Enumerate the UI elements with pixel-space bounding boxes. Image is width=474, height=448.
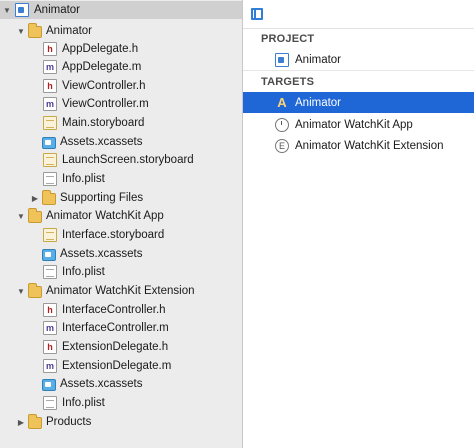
folder-icon bbox=[28, 413, 42, 429]
nav-row-file[interactable]: Info.plist bbox=[0, 263, 242, 281]
source-file-icon: m bbox=[43, 359, 57, 373]
project-item-label: Animator bbox=[295, 53, 342, 66]
project-section-header: PROJECT bbox=[261, 33, 315, 45]
nav-row-group[interactable]: ▼ Animator WatchKit App bbox=[0, 207, 242, 225]
header-file-icon: h bbox=[43, 340, 57, 354]
nav-row-label: Main.storyboard bbox=[62, 117, 145, 129]
editor-toolbar bbox=[243, 0, 474, 29]
nav-row-label: Animator bbox=[34, 4, 81, 16]
storyboard-icon bbox=[43, 116, 57, 130]
app-target-icon: A bbox=[277, 94, 287, 110]
project-item[interactable]: Animator bbox=[243, 49, 474, 70]
nav-row-file[interactable]: h ViewController.h bbox=[0, 77, 242, 95]
header-file-icon: h bbox=[43, 303, 57, 317]
disclosure-open-icon[interactable]: ▼ bbox=[16, 27, 26, 36]
nav-row-label: Supporting Files bbox=[60, 192, 144, 204]
nav-row-label: Interface.storyboard bbox=[62, 229, 165, 241]
asset-catalog-icon bbox=[42, 136, 56, 149]
nav-row-file[interactable]: Assets.xcassets bbox=[0, 245, 242, 263]
extension-icon: E bbox=[275, 138, 289, 153]
project-editor: PROJECT Animator TARGETS A Animator Anim… bbox=[243, 0, 474, 448]
nav-row-label: AppDelegate.h bbox=[62, 43, 139, 55]
section-divider bbox=[243, 70, 474, 71]
disclosure-open-icon[interactable]: ▼ bbox=[16, 287, 26, 296]
nav-row-file[interactable]: h InterfaceController.h bbox=[0, 301, 242, 319]
nav-row-label: Animator WatchKit Extension bbox=[46, 285, 195, 297]
nav-row-file[interactable]: Assets.xcassets bbox=[0, 133, 242, 151]
disclosure-open-icon[interactable]: ▼ bbox=[2, 6, 12, 15]
nav-row-label: AppDelegate.m bbox=[62, 61, 142, 73]
nav-row-label: Animator bbox=[46, 25, 93, 37]
project-icon bbox=[275, 52, 289, 67]
nav-row-label: Assets.xcassets bbox=[60, 248, 143, 260]
header-file-icon: h bbox=[43, 79, 57, 93]
nav-row-file[interactable]: h ExtensionDelegate.h bbox=[0, 338, 242, 356]
watch-app-icon bbox=[275, 117, 289, 132]
asset-catalog-icon bbox=[42, 378, 56, 391]
source-file-icon: m bbox=[43, 97, 57, 111]
nav-row-label: InterfaceController.h bbox=[62, 304, 166, 316]
plist-icon bbox=[43, 172, 57, 186]
header-file-icon: h bbox=[43, 42, 57, 56]
nav-row-file[interactable]: Info.plist bbox=[0, 394, 242, 412]
nav-row-label: Products bbox=[46, 416, 92, 428]
targets-section-header: TARGETS bbox=[261, 76, 315, 88]
target-label: Animator WatchKit Extension bbox=[295, 139, 444, 152]
nav-row-group[interactable]: ▼ Animator WatchKit Extension bbox=[0, 282, 242, 300]
target-item-animator[interactable]: A Animator bbox=[243, 92, 474, 113]
target-label: Animator bbox=[295, 96, 342, 109]
disclosure-open-icon[interactable]: ▼ bbox=[16, 212, 26, 221]
storyboard-icon bbox=[43, 228, 57, 242]
nav-row-label: InterfaceController.m bbox=[62, 322, 169, 334]
nav-row-file[interactable]: m ViewController.m bbox=[0, 95, 242, 113]
project-navigator: ▼ Animator ▼ Animator h AppDelegate.h m … bbox=[0, 0, 243, 448]
target-label: Animator WatchKit App bbox=[295, 118, 413, 131]
nav-row-file[interactable]: m AppDelegate.m bbox=[0, 58, 242, 76]
nav-row-label: Info.plist bbox=[62, 266, 105, 278]
nav-row-file[interactable]: Interface.storyboard bbox=[0, 226, 242, 244]
target-item-watchkit-app[interactable]: Animator WatchKit App bbox=[243, 114, 474, 135]
nav-row-label: ExtensionDelegate.m bbox=[62, 360, 172, 372]
storyboard-icon bbox=[43, 153, 57, 167]
nav-row-file[interactable]: LaunchScreen.storyboard bbox=[0, 151, 242, 169]
nav-row-group[interactable]: ▼ Animator bbox=[0, 22, 242, 40]
nav-row-label: Info.plist bbox=[62, 397, 105, 409]
nav-row-label: ViewController.m bbox=[62, 98, 149, 110]
nav-row-file[interactable]: m InterfaceController.m bbox=[0, 319, 242, 337]
nav-row-project[interactable]: ▼ Animator bbox=[0, 1, 242, 19]
nav-row-label: ExtensionDelegate.h bbox=[62, 341, 169, 353]
sidebar-toggle-icon[interactable] bbox=[251, 8, 263, 20]
folder-icon bbox=[28, 22, 42, 38]
disclosure-closed-icon[interactable]: ▶ bbox=[30, 194, 40, 203]
nav-row-file[interactable]: m ExtensionDelegate.m bbox=[0, 357, 242, 375]
plist-icon bbox=[43, 396, 57, 410]
nav-row-label: Info.plist bbox=[62, 173, 105, 185]
target-item-watchkit-extension[interactable]: E Animator WatchKit Extension bbox=[243, 135, 474, 156]
plist-icon bbox=[43, 265, 57, 279]
nav-row-group[interactable]: ▶ Products bbox=[0, 413, 242, 431]
nav-row-label: ViewController.h bbox=[62, 80, 146, 92]
source-file-icon: m bbox=[43, 60, 57, 74]
nav-row-file[interactable]: Assets.xcassets bbox=[0, 375, 242, 393]
nav-row-label: Assets.xcassets bbox=[60, 378, 143, 390]
nav-row-group[interactable]: ▶ Supporting Files bbox=[0, 189, 242, 207]
project-icon bbox=[15, 3, 29, 17]
folder-icon bbox=[28, 207, 42, 223]
nav-row-label: LaunchScreen.storyboard bbox=[62, 154, 194, 166]
nav-row-label: Assets.xcassets bbox=[60, 136, 143, 148]
nav-row-file[interactable]: Main.storyboard bbox=[0, 114, 242, 132]
source-file-icon: m bbox=[43, 321, 57, 335]
nav-row-file[interactable]: Info.plist bbox=[0, 170, 242, 188]
folder-icon bbox=[28, 282, 42, 298]
nav-row-file[interactable]: h AppDelegate.h bbox=[0, 40, 242, 58]
folder-icon bbox=[42, 189, 56, 205]
nav-row-label: Animator WatchKit App bbox=[46, 210, 164, 222]
disclosure-closed-icon[interactable]: ▶ bbox=[16, 418, 26, 427]
asset-catalog-icon bbox=[42, 248, 56, 261]
